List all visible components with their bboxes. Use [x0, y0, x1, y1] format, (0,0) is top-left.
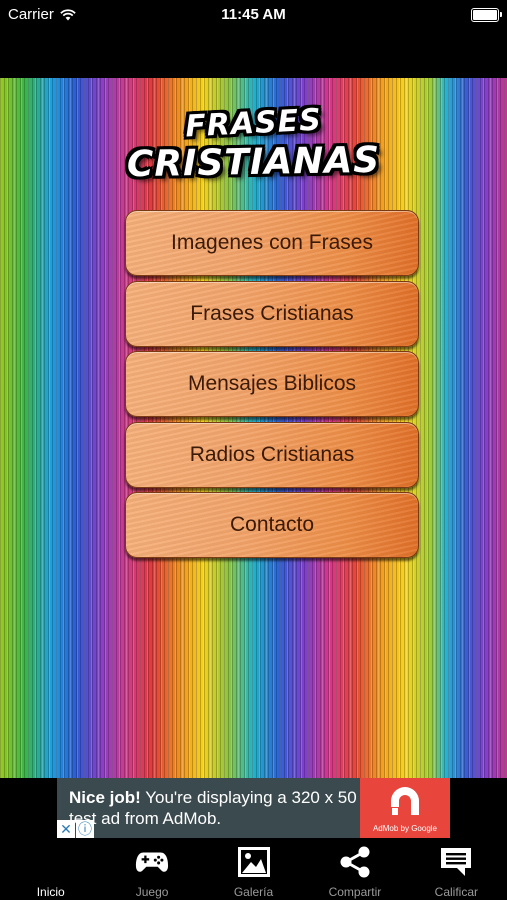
tab-label-galeria: Galería: [233, 885, 274, 899]
menu-button-frases[interactable]: Frases Cristianas: [125, 280, 419, 347]
menu-button-imagenes[interactable]: Imagenes con Frases: [125, 210, 419, 276]
ad-close-icon[interactable]: ✕: [57, 820, 75, 838]
menu-button-contacto[interactable]: Contacto: [125, 492, 419, 558]
tab-juego[interactable]: Juego: [101, 838, 202, 900]
tab-bar: Inicio Juego Galería Compartir Calificar: [0, 838, 507, 900]
image-icon: [237, 845, 271, 879]
tab-label-compartir: Compartir: [328, 885, 382, 899]
menu-button-radios[interactable]: Radios Cristianas: [125, 421, 419, 488]
main-menu: Imagenes con Frases Frases Cristianas Me…: [125, 210, 419, 563]
tab-label-inicio: Inicio: [36, 885, 65, 899]
tab-calificar[interactable]: Calificar: [406, 838, 507, 900]
ad-headline: Nice job!: [69, 788, 141, 807]
status-time: 11:45 AM: [221, 6, 286, 23]
admob-brand: AdMob by Google: [372, 824, 438, 833]
ad-info-icon[interactable]: ⓘ: [76, 820, 94, 838]
battery-icon: [471, 8, 502, 22]
tab-compartir[interactable]: Compartir: [304, 838, 405, 900]
admob-icon: [391, 787, 419, 815]
status-bar: Carrier 11:45 AM: [0, 0, 507, 30]
menu-button-mensajes[interactable]: Mensajes Biblicos: [125, 351, 419, 417]
comment-icon: [439, 845, 473, 879]
gamepad-icon: [135, 845, 169, 879]
ad-choices[interactable]: ✕ ⓘ: [57, 820, 95, 838]
tab-galeria[interactable]: Galería: [203, 838, 304, 900]
share-icon: [338, 845, 372, 879]
admob-logo: AdMob by Google: [360, 778, 450, 838]
ad-text: Nice job! You're displaying a 320 x 50 t…: [69, 787, 359, 829]
tab-label-juego: Juego: [135, 885, 169, 899]
home-icon: [34, 845, 68, 879]
tab-inicio[interactable]: Inicio: [0, 838, 101, 900]
tab-label-calificar: Calificar: [434, 885, 478, 899]
ad-banner[interactable]: Nice job! You're displaying a 320 x 50 t…: [57, 778, 450, 838]
